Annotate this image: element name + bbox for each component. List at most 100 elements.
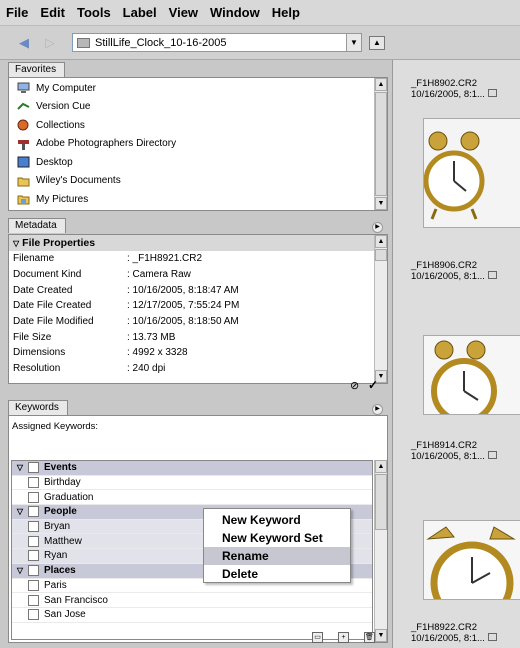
scroll-down-icon[interactable]: ▼: [375, 197, 387, 210]
thumbnail-caption: _F1H8906.CR2 10/16/2005, 8:1...: [411, 260, 497, 282]
favorites-panel: My Computer Version Cue Collections Adob…: [8, 77, 388, 211]
favorite-item[interactable]: My Computer: [9, 79, 387, 98]
alarm-clock-image: [424, 119, 520, 227]
metadata-row: Date Created: 10/16/2005, 8:18:47 AM: [13, 284, 239, 296]
tab-metadata[interactable]: Metadata: [8, 218, 66, 233]
metadata-scrollbar[interactable]: ▲ ▼: [374, 235, 387, 383]
keywords-footer: ▭ + 🗑: [0, 630, 392, 648]
context-menu-new-keyword-set[interactable]: New Keyword Set: [204, 529, 350, 547]
metadata-row: Date File Modified: 10/16/2005, 8:18:50 …: [13, 316, 239, 328]
keyword-row[interactable]: Graduation: [12, 490, 372, 506]
thumbnail-caption: _F1H8914.CR2 10/16/2005, 8:1...: [411, 440, 497, 462]
metadata-row: Dimensions: 4992 x 3328: [13, 347, 188, 359]
thumbnail-image[interactable]: [423, 520, 520, 600]
scroll-up-icon[interactable]: ▲: [375, 78, 387, 91]
toolbar: ◀ ▷ StillLife_Clock_10-16-2005 ▼ ▲: [0, 26, 520, 60]
scroll-up-icon[interactable]: ▲: [375, 235, 387, 248]
go-up-folder-button[interactable]: ▲: [369, 35, 385, 50]
favorite-item[interactable]: My Pictures: [9, 190, 387, 209]
menu-window[interactable]: Window: [210, 5, 260, 20]
folder-icon: [17, 175, 30, 187]
menu-label[interactable]: Label: [123, 5, 157, 20]
keyword-checkbox[interactable]: [28, 565, 39, 577]
keyword-checkbox[interactable]: [28, 477, 39, 489]
keyword-checkbox[interactable]: [28, 550, 39, 562]
trash-icon[interactable]: 🗑: [364, 632, 375, 643]
metadata-row: Resolution: 240 dpi: [13, 363, 166, 375]
metadata-panel: ▽ File Properties Filename: _F1H8921.CR2…: [8, 234, 388, 384]
keyword-row[interactable]: Birthday: [12, 476, 372, 491]
menu-edit[interactable]: Edit: [40, 5, 65, 20]
panel-menu-icon[interactable]: ▶: [372, 222, 383, 233]
new-keyword-icon[interactable]: +: [338, 632, 349, 643]
context-menu-rename[interactable]: Rename: [204, 547, 350, 565]
version-cue-icon: [17, 101, 30, 113]
keyword-checkbox[interactable]: [28, 506, 39, 518]
triangle-down-icon: ▽: [16, 507, 24, 517]
thumbnail-image[interactable]: [423, 335, 520, 415]
keyword-checkbox[interactable]: [28, 462, 39, 474]
scroll-thumb[interactable]: [375, 474, 387, 530]
alarm-clock-image: [424, 336, 520, 414]
metadata-row: Date File Created: 12/17/2005, 7:55:24 P…: [13, 300, 240, 312]
scroll-up-icon[interactable]: ▲: [375, 460, 387, 473]
thumbnail-image[interactable]: [423, 118, 520, 228]
metadata-row: Document Kind: Camera Raw: [13, 269, 191, 281]
triangle-down-icon: ▽: [13, 238, 20, 248]
context-menu-delete[interactable]: Delete: [204, 565, 350, 583]
favorite-item[interactable]: Version Cue: [9, 98, 387, 117]
metadata-row: File Size: 13.73 MB: [13, 331, 176, 343]
keyword-category-row[interactable]: ▽ Events: [12, 461, 372, 476]
assigned-keywords-label: Assigned Keywords:: [12, 421, 99, 432]
camera-raw-icon: [487, 633, 497, 641]
metadata-row: Filename: _F1H8921.CR2: [13, 253, 203, 265]
keyword-checkbox[interactable]: [28, 579, 39, 591]
scroll-thumb[interactable]: [375, 92, 387, 196]
keyword-row[interactable]: San Francisco: [12, 593, 372, 608]
tab-keywords[interactable]: Keywords: [8, 400, 68, 415]
keyword-row[interactable]: San Jose: [12, 608, 372, 623]
favorite-item[interactable]: Desktop: [9, 153, 387, 172]
keyword-checkbox[interactable]: [28, 491, 39, 503]
pictures-icon: [17, 193, 30, 205]
triangle-down-icon: ▽: [16, 566, 24, 576]
triangle-down-icon: ▽: [16, 463, 24, 473]
keyword-checkbox[interactable]: [28, 521, 39, 533]
camera-raw-icon: [487, 451, 497, 459]
collections-icon: [17, 119, 30, 131]
panel-menu-icon[interactable]: ▶: [372, 404, 383, 415]
forward-arrow-icon[interactable]: ▷: [40, 35, 60, 51]
scroll-thumb[interactable]: [375, 249, 387, 261]
new-keyword-set-icon[interactable]: ▭: [312, 632, 323, 643]
tab-favorites[interactable]: Favorites: [8, 62, 66, 77]
keyword-checkbox[interactable]: [28, 609, 39, 621]
keyword-checkbox[interactable]: [28, 594, 39, 606]
folder-path-value: StillLife_Clock_10-16-2005: [95, 36, 227, 49]
content-thumbnails-panel: _F1H8902.CR2 10/16/2005, 8:1... _F1H8906…: [392, 60, 520, 648]
apply-check-icon[interactable]: ✓: [368, 378, 378, 392]
camera-raw-icon: [487, 271, 497, 279]
thumbnail-caption: _F1H8902.CR2 10/16/2005, 8:1...: [411, 78, 497, 100]
menu-help[interactable]: Help: [272, 5, 300, 20]
folder-path-select[interactable]: StillLife_Clock_10-16-2005 ▼: [72, 33, 362, 52]
desktop-icon: [17, 156, 30, 168]
context-menu-new-keyword[interactable]: New Keyword: [204, 511, 350, 529]
menu-bar: File Edit Tools Label View Window Help: [0, 0, 520, 26]
keywords-scrollbar[interactable]: ▲ ▼: [374, 460, 387, 642]
favorite-item[interactable]: Adobe Photographers Directory: [9, 135, 387, 154]
keyword-checkbox[interactable]: [28, 535, 39, 547]
back-arrow-icon[interactable]: ◀: [14, 35, 34, 51]
alarm-clock-image: [424, 521, 520, 599]
folder-icon: [77, 37, 90, 48]
chevron-down-icon[interactable]: ▼: [346, 34, 361, 51]
computer-icon: [17, 82, 30, 94]
favorite-item[interactable]: Wiley's Documents: [9, 172, 387, 191]
menu-file[interactable]: File: [6, 5, 28, 20]
cancel-icon[interactable]: ⊘: [350, 379, 359, 392]
file-properties-header[interactable]: ▽ File Properties: [9, 235, 387, 251]
thumbnail-caption: _F1H8922.CR2 10/16/2005, 8:1...: [411, 622, 497, 644]
menu-view[interactable]: View: [169, 5, 198, 20]
favorites-scrollbar[interactable]: ▲ ▼: [374, 78, 387, 210]
menu-tools[interactable]: Tools: [77, 5, 111, 20]
favorite-item[interactable]: Collections: [9, 116, 387, 135]
